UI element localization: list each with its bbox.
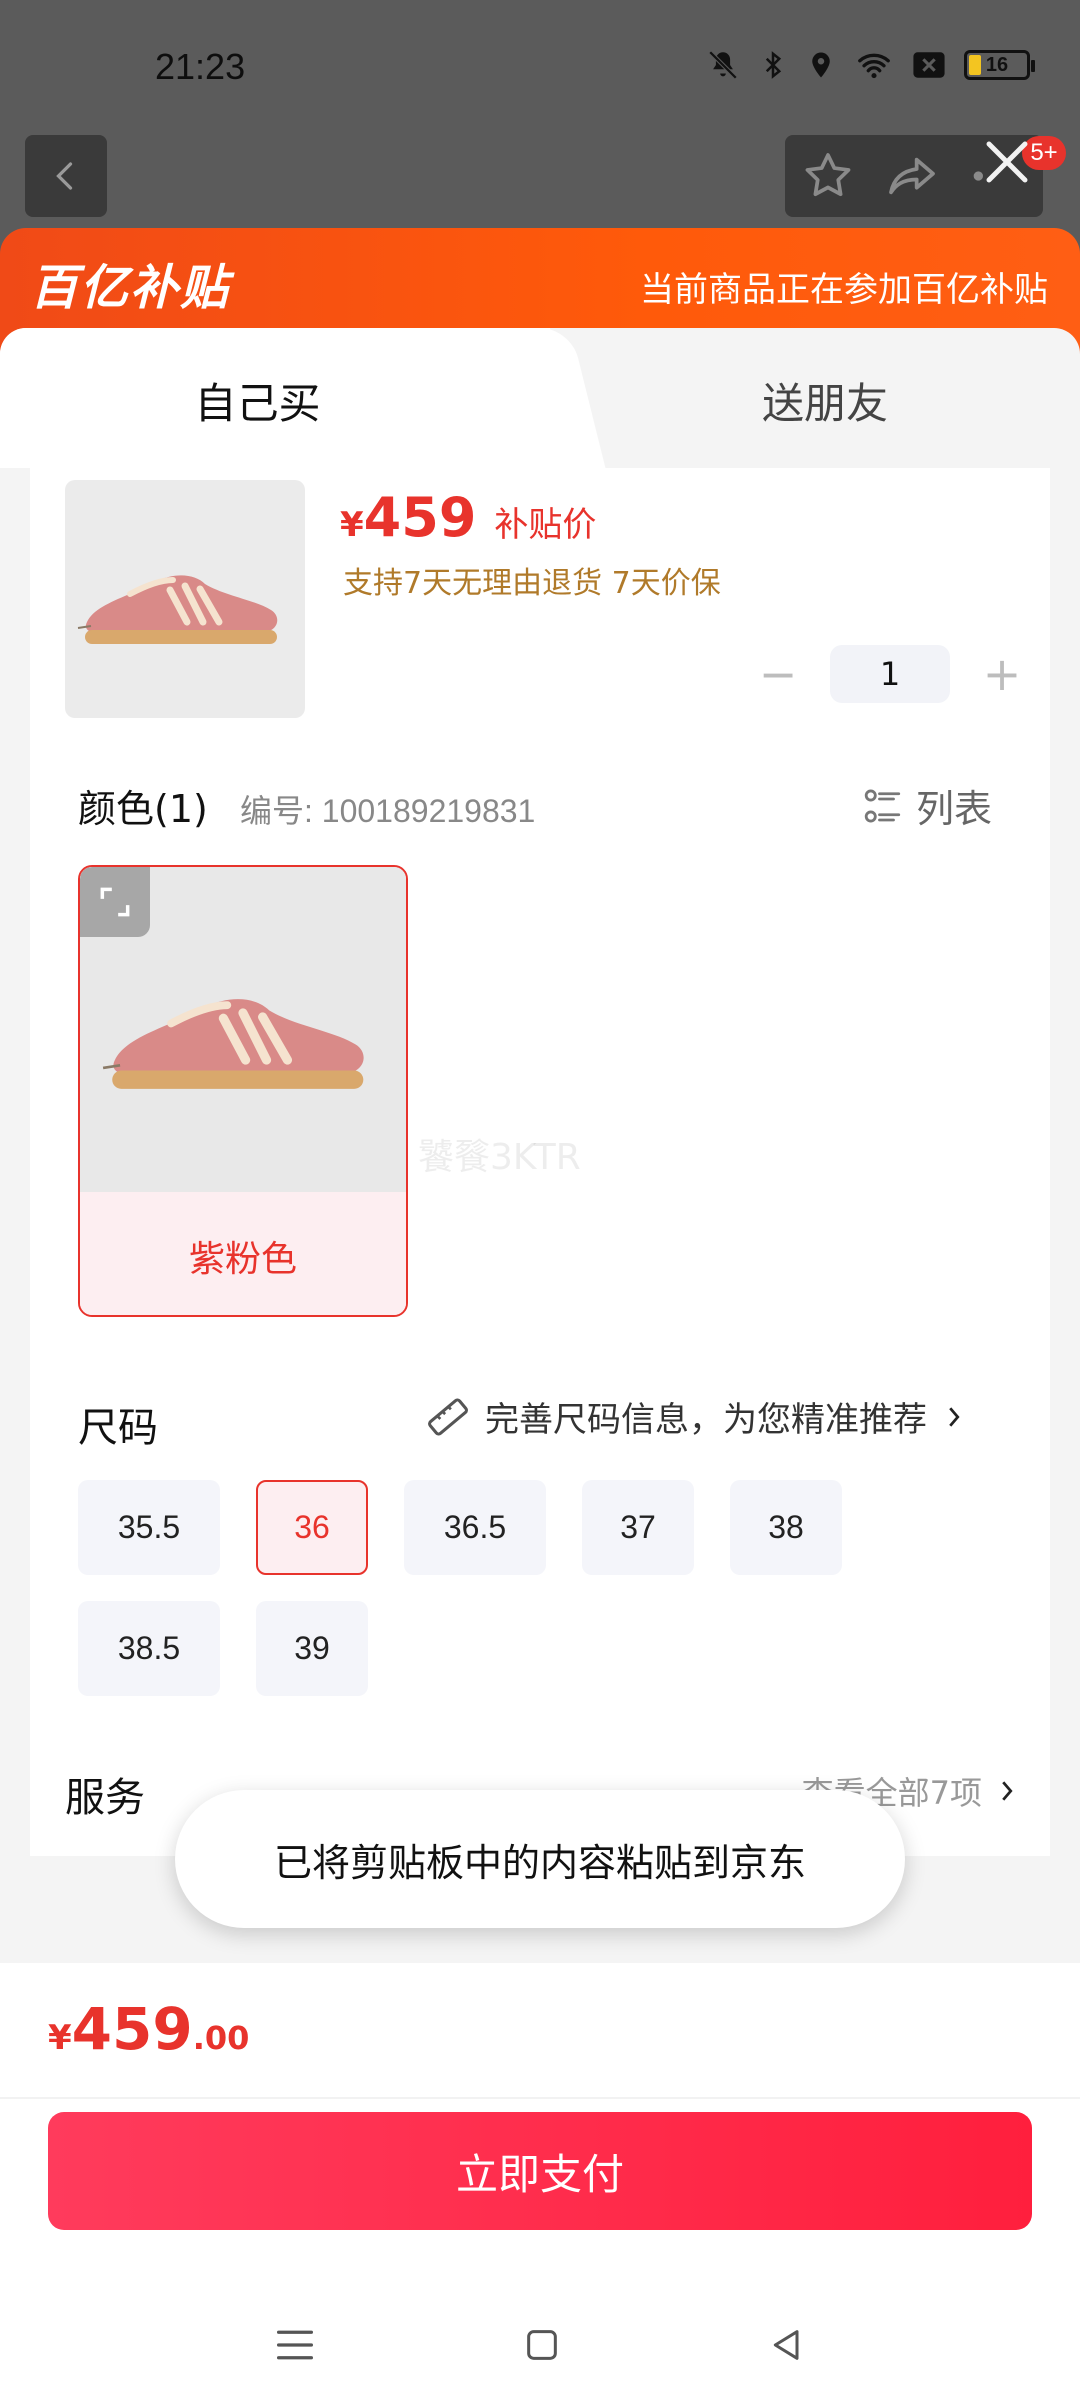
- location-icon: [812, 52, 830, 78]
- size-option[interactable]: 37: [582, 1480, 694, 1575]
- divider: [0, 2097, 1080, 2099]
- chevron-right-icon: [949, 1406, 960, 1427]
- watermark: 饕餮3KTR: [418, 1137, 581, 1178]
- service-promise: 支持7天无理由退货 7天价保: [343, 566, 721, 601]
- total-symbol: ¥: [48, 2018, 72, 2058]
- list-icon: [864, 789, 901, 822]
- share-icon[interactable]: [884, 148, 940, 204]
- sim-off-icon: [913, 52, 945, 78]
- list-view-label: 列表: [916, 787, 993, 831]
- product-price: ¥ 459 补贴价: [340, 486, 596, 549]
- size-option[interactable]: 38.5: [78, 1601, 220, 1696]
- system-nav-bar: [0, 2290, 1080, 2400]
- list-view-toggle[interactable]: 列表: [862, 778, 992, 833]
- size-recommend-link[interactable]: 完善尺码信息，为您精准推荐: [425, 1392, 967, 1441]
- price-value: 459: [363, 486, 477, 549]
- expand-icon: [100, 887, 130, 917]
- product-thumbnail[interactable]: [65, 480, 305, 718]
- expand-image-button[interactable]: [80, 867, 150, 937]
- close-button[interactable]: [975, 130, 1039, 194]
- chevron-left-icon: [56, 162, 73, 190]
- subsidy-logo: 百亿补贴: [30, 260, 231, 316]
- size-option[interactable]: 38: [730, 1480, 842, 1575]
- size-option[interactable]: 35.5: [78, 1480, 220, 1575]
- total-price: ¥ 459 .00: [48, 1995, 249, 2063]
- increase-button[interactable]: +: [982, 651, 1022, 697]
- size-section-title: 尺码: [78, 1405, 158, 1451]
- product-code: 编号: 100189219831: [240, 793, 536, 829]
- total-decimal: .00: [192, 2019, 250, 2057]
- banner-text: 当前商品正在参加百亿补贴: [640, 270, 1048, 310]
- pay-now-button[interactable]: 立即支付: [48, 2112, 1032, 2230]
- mute-icon: [708, 50, 738, 80]
- quantity-input[interactable]: 1: [830, 645, 950, 703]
- shoe-image: [102, 998, 364, 1089]
- status-icons: 16: [706, 48, 1035, 82]
- size-hint-text: 完善尺码信息，为您精准推荐: [485, 1400, 927, 1440]
- color-option-image: [80, 867, 406, 1192]
- shoe-image: [77, 575, 278, 644]
- back-button[interactable]: [25, 135, 107, 217]
- service-section-title: 服务: [65, 1775, 145, 1821]
- wifi-icon: [858, 53, 890, 79]
- color-option-label: 紫粉色: [80, 1192, 406, 1315]
- color-section-title: 颜色(1): [78, 787, 208, 831]
- size-option-selected[interactable]: 36: [256, 1480, 368, 1575]
- size-option[interactable]: 39: [256, 1601, 368, 1696]
- home-icon[interactable]: [522, 2325, 562, 2365]
- price-symbol: ¥: [340, 505, 364, 545]
- color-option-selected[interactable]: 紫粉色: [78, 865, 408, 1317]
- tab-self-buy-label[interactable]: 自己买: [0, 370, 515, 431]
- tab-gift-friend[interactable]: 送朋友: [610, 370, 1040, 431]
- clipboard-toast: 已将剪贴板中的内容粘贴到京东: [175, 1790, 905, 1928]
- back-nav-icon[interactable]: [767, 2325, 807, 2365]
- star-icon[interactable]: [800, 148, 856, 204]
- ruler-icon: [428, 1397, 468, 1436]
- menu-icon[interactable]: [273, 2325, 317, 2365]
- quantity-stepper: − 1 +: [758, 645, 1022, 703]
- chevron-right-icon: [1002, 1781, 1013, 1801]
- status-time: 21:23: [155, 46, 246, 87]
- bluetooth-icon: [765, 51, 782, 79]
- size-option[interactable]: 36.5: [404, 1480, 546, 1575]
- close-icon: [986, 141, 1028, 183]
- total-integer: 459: [71, 1995, 193, 2063]
- price-tag: 补贴价: [494, 505, 597, 545]
- battery-icon: 16: [964, 50, 1035, 80]
- decrease-button[interactable]: −: [758, 651, 798, 697]
